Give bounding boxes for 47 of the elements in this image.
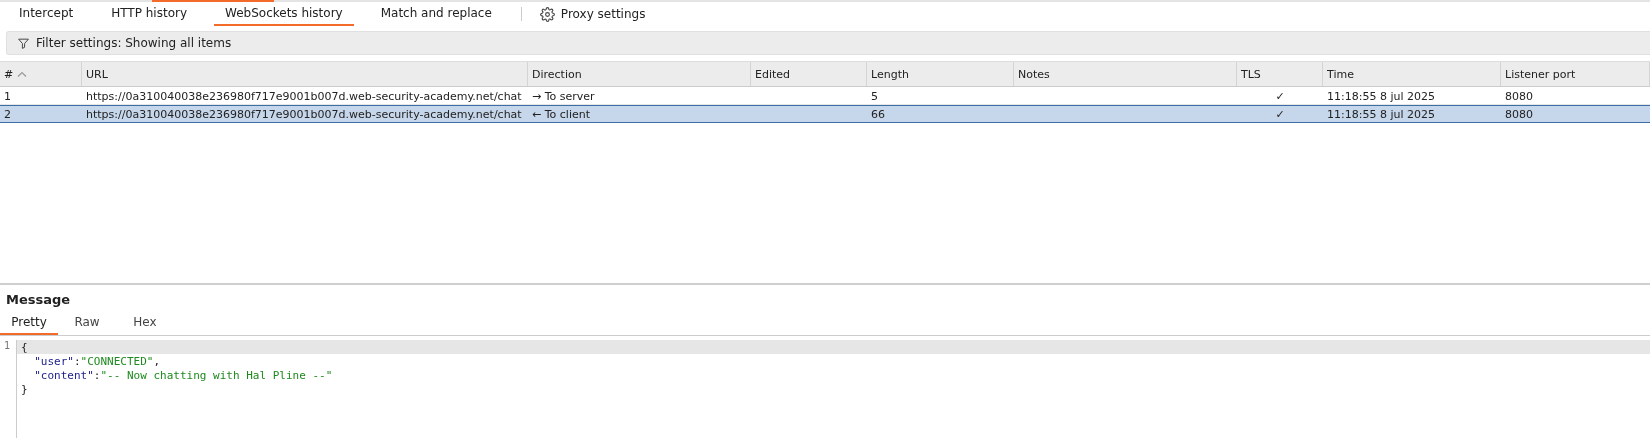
tab[interactable]: Hex [116,311,174,335]
tab[interactable]: Raw [58,311,116,335]
column-header[interactable]: URL [82,62,528,86]
column-header[interactable]: Direction [528,62,751,86]
code-token: "-- Now chatting with Hal Pline --" [100,368,333,382]
table-row[interactable]: 2 https://0a310040038e236980f717e9001b007d.web-security-academy.net/chat ← To client 66 ✓ 11:18:55 8 jul 2025 8080 [0,105,1650,123]
code-token: , [153,354,161,368]
tab[interactable]: Match and replace [369,2,503,26]
table-cell: https://0a310040038e236980f717e9001b007d.web-security-academy.net/chat [86,107,522,121]
code-token: "user" [33,354,74,368]
code-token: "CONNECTED" [80,354,154,368]
table-cell: → To server [532,89,595,103]
column-header[interactable]: # [0,62,82,86]
table-cell: 1 [4,89,11,103]
filter-label: Filter settings: Showing all items [36,36,232,50]
column-header[interactable]: TLS [1237,62,1323,86]
table-cell: ← To client [532,107,590,121]
table-cell: ✓ [1275,107,1285,121]
column-header[interactable]: Edited [751,62,867,86]
tab[interactable]: WebSockets history [214,2,354,26]
code-token: } [21,382,28,396]
tab[interactable]: HTTP history [100,2,198,26]
column-header[interactable]: Listener port [1501,62,1650,86]
column-header[interactable]: Notes [1014,62,1237,86]
code-token: "content" [33,368,94,382]
code-token: { [21,340,28,354]
table-cell: https://0a310040038e236980f717e9001b007d.web-security-academy.net/chat [86,89,522,103]
table-cell: ✓ [1275,89,1285,103]
table-cell: 8080 [1505,89,1533,103]
panel-title: Message [5,291,72,309]
table-cell: 66 [871,107,885,121]
table-cell: 2 [4,107,11,121]
tab[interactable]: Intercept [8,2,85,26]
settings-icon [539,6,555,22]
column-header[interactable]: Length [867,62,1014,86]
table-cell: 5 [871,89,878,103]
column-header[interactable]: Time [1323,62,1501,86]
table-cell: 11:18:55 8 jul 2025 [1327,89,1435,103]
filter-bar[interactable]: Filter settings: Showing all items [6,31,1650,55]
line-number: 1 [4,340,11,351]
proxy-settings-button[interactable]: Proxy settings [531,2,654,26]
tab[interactable]: Pretty [0,311,58,335]
filter-icon [17,36,30,50]
code-token: : [74,354,81,368]
code-token: : [93,368,101,382]
table-cell: 8080 [1505,107,1533,121]
table-cell: 11:18:55 8 jul 2025 [1327,107,1435,121]
